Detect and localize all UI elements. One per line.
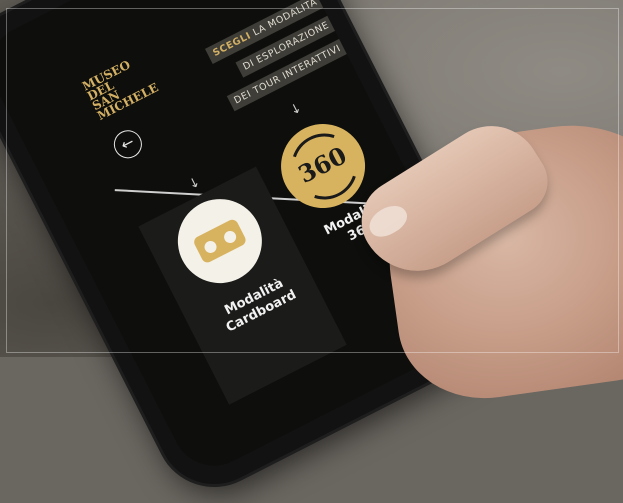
intro-highlight: SCEGLI <box>211 30 254 59</box>
vr-lens <box>202 238 219 256</box>
back-button[interactable]: ← <box>109 125 147 164</box>
vr-lens <box>222 228 239 246</box>
museum-logo: MUSEO DEL SAN MICHELE <box>80 51 163 123</box>
arrow-left-icon: ← <box>117 132 138 155</box>
vr-headset-shape <box>192 217 248 265</box>
down-arrow-icon: ↓ <box>186 174 203 193</box>
down-arrow-icon: ↓ <box>287 100 305 119</box>
intro-text: SCEGLI LA MODALITÀ DI ESPLORAZIONE DEI T… <box>146 0 351 144</box>
